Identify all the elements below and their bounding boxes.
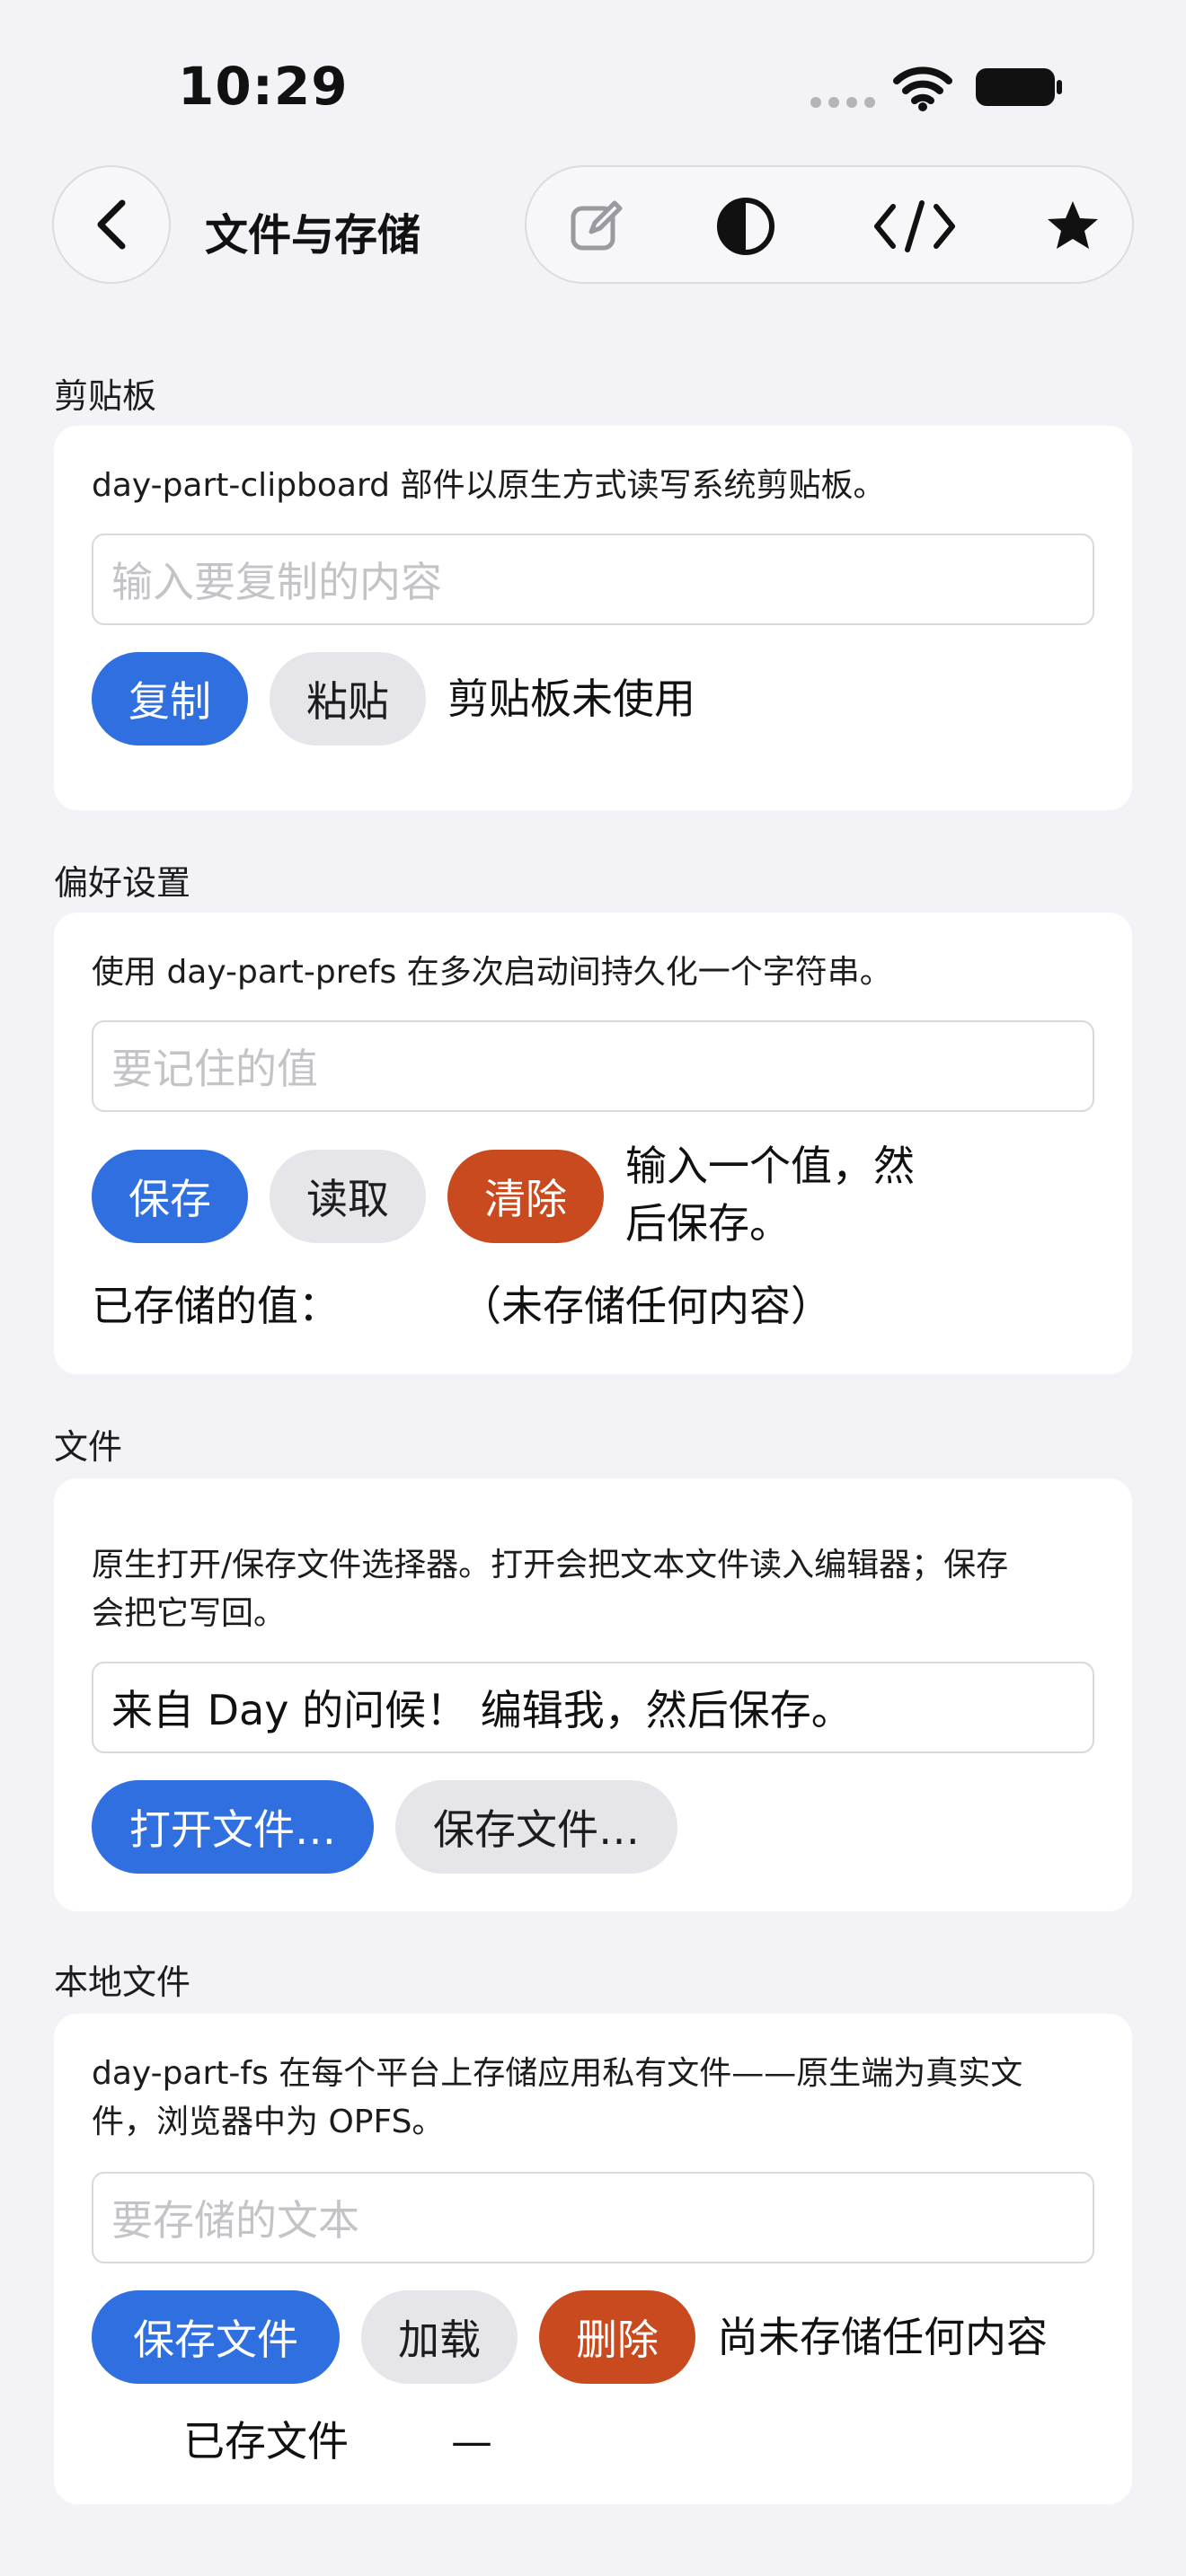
files-section-label: 文件 [54,1427,123,1467]
files-card: 原生打开/保存文件选择器。打开会把文本文件读入编辑器；保存 会把它写回。 来自 … [54,1478,1132,1911]
files-description-line2: 会把它写回。 [92,1595,287,1632]
local-files-card: day-part-fs 在每个平台上存储应用私有文件——原生端为真实文 件，浏览… [54,2014,1132,2504]
clipboard-input[interactable]: 输入要复制的内容 [92,534,1094,625]
saved-file-label: 已存文件 [183,2417,349,2466]
file-editor[interactable]: 来自 Day 的问候！ 编辑我，然后保存。 [92,1662,1094,1753]
prefs-stored-value: （未存储任何内容） [460,1282,832,1330]
prefs-status: 输入一个值，然 后保存。 [625,1137,915,1252]
chevron-left-icon [97,199,126,250]
code-icon[interactable] [870,192,960,260]
prefs-input[interactable]: 要记住的值 [92,1020,1094,1112]
toolbar [525,165,1134,284]
files-description: 原生打开/保存文件选择器。打开会把文本文件读入编辑器；保存 会把它写回。 [92,1541,1008,1638]
prefs-stored-label: 已存储的值： [92,1282,340,1330]
open-file-button[interactable]: 打开文件… [92,1780,374,1874]
page-title: 文件与存储 [205,210,421,260]
prefs-save-button[interactable]: 保存 [92,1150,248,1243]
local-files-description: day-part-fs 在每个平台上存储应用私有文件——原生端为真实文 件，浏览… [92,2050,1022,2147]
prefs-clear-button[interactable]: 清除 [447,1150,604,1243]
prefs-card: 使用 day-part-prefs 在多次启动间持久化一个字符串。 要记住的值 … [54,913,1132,1374]
prefs-status-line2: 后保存。 [625,1199,791,1248]
files-description-line1: 原生打开/保存文件选择器。打开会把文本文件读入编辑器；保存 [92,1547,1009,1584]
status-time: 10:29 [178,56,349,117]
copy-button[interactable]: 复制 [92,652,248,745]
signal-icon [810,97,877,110]
local-load-button[interactable]: 加载 [361,2290,518,2384]
local-save-button[interactable]: 保存文件 [92,2290,340,2384]
prefs-section-label: 偏好设置 [54,863,191,903]
battery-icon [976,68,1062,106]
clipboard-status: 剪贴板未使用 [447,675,695,723]
compose-icon[interactable] [562,192,631,260]
local-files-description-line2: 件，浏览器中为 OPFS。 [92,2104,445,2140]
clipboard-section-label: 剪贴板 [54,376,157,416]
local-delete-button[interactable]: 删除 [539,2290,695,2384]
contrast-icon[interactable] [712,192,780,260]
prefs-status-line1: 输入一个值，然 [625,1142,915,1190]
star-icon[interactable] [1039,192,1107,260]
saved-file-value: — [451,2417,492,2466]
prefs-read-button[interactable]: 读取 [270,1150,426,1243]
local-files-status: 尚未存储任何内容 [717,2313,1048,2361]
back-button[interactable] [52,165,171,284]
local-files-section-label: 本地文件 [54,1963,191,2002]
wifi-icon [893,66,952,111]
local-files-description-line1: day-part-fs 在每个平台上存储应用私有文件——原生端为真实文 [92,2055,1023,2092]
clipboard-description: day-part-clipboard 部件以原生方式读写系统剪贴板。 [92,467,886,504]
clipboard-card: day-part-clipboard 部件以原生方式读写系统剪贴板。 输入要复制… [54,426,1132,810]
save-file-dialog-button[interactable]: 保存文件… [395,1780,677,1874]
prefs-description: 使用 day-part-prefs 在多次启动间持久化一个字符串。 [92,954,892,991]
paste-button[interactable]: 粘贴 [270,652,426,745]
local-file-input[interactable]: 要存储的文本 [92,2172,1094,2263]
